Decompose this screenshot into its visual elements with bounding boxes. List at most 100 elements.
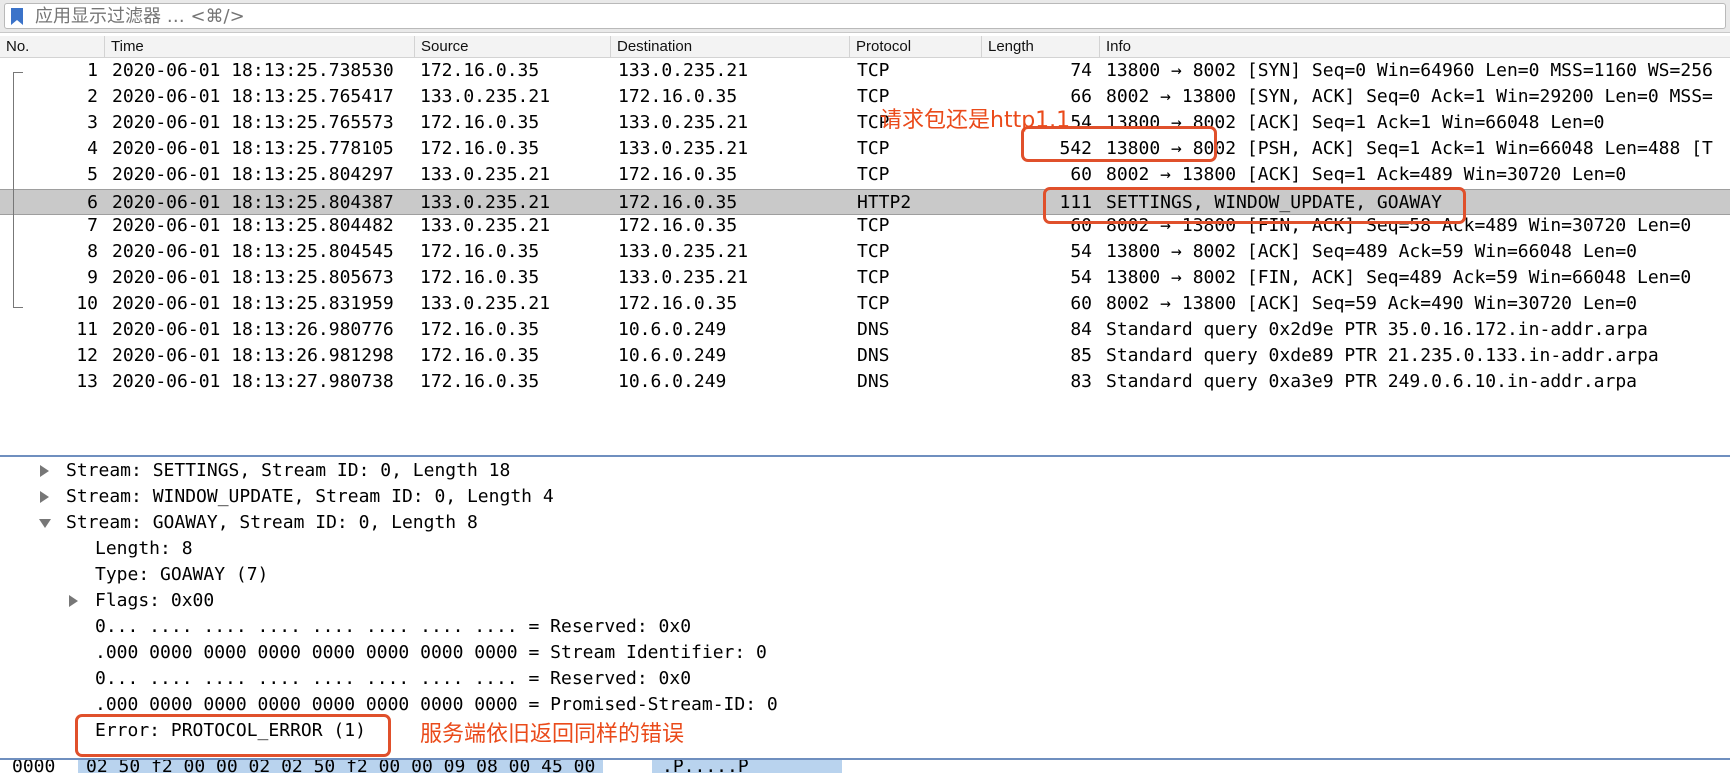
display-filter-input[interactable] xyxy=(35,5,1635,27)
packet-length: 60 xyxy=(1070,164,1092,185)
packet-row[interactable]: 11 2020-06-01 18:13:26.980776 172.16.0.35 1… xyxy=(0,317,1730,343)
packet-length: 54 xyxy=(1070,267,1092,288)
packet-time: 2020-06-01 18:13:25.778105 xyxy=(112,138,394,159)
packet-details-pane: Stream: SETTINGS, Stream ID: 0, Length 1… xyxy=(0,458,1730,758)
packet-time: 2020-06-01 18:13:25.738530 xyxy=(112,60,394,81)
packet-time: 2020-06-01 18:13:27.980738 xyxy=(112,371,394,392)
column-destination[interactable]: Destination xyxy=(610,36,854,58)
expand-arrow-icon[interactable] xyxy=(40,465,49,477)
packet-source: 172.16.0.35 xyxy=(420,112,540,133)
packet-no: 11 xyxy=(76,319,98,340)
packet-length: 74 xyxy=(1070,60,1092,81)
packet-destination: 172.16.0.35 xyxy=(618,215,738,236)
packet-length: 83 xyxy=(1070,371,1092,392)
packet-time: 2020-06-01 18:13:25.804297 xyxy=(112,164,394,185)
packet-row[interactable]: 6 2020-06-01 18:13:25.804387 133.0.235.21 1… xyxy=(0,189,1730,215)
packet-length: 60 xyxy=(1070,293,1092,314)
packet-protocol: TCP xyxy=(857,267,890,288)
packet-protocol: TCP xyxy=(857,241,890,262)
column-info[interactable]: Info xyxy=(1099,36,1730,58)
packet-info: Standard query 0xde89 PTR 21.235.0.133.i… xyxy=(1106,345,1659,366)
packet-row[interactable]: 13 2020-06-01 18:13:27.980738 172.16.0.35 1… xyxy=(0,369,1730,395)
packet-source: 172.16.0.35 xyxy=(420,138,540,159)
packet-protocol: DNS xyxy=(857,371,890,392)
packet-time: 2020-06-01 18:13:25.831959 xyxy=(112,293,394,314)
annotation-error-note: 服务端依旧返回同样的错误 xyxy=(420,722,685,747)
packet-info: 13800 → 8002 [ACK] Seq=489 Ack=59 Win=66… xyxy=(1106,241,1638,262)
packet-destination: 133.0.235.21 xyxy=(618,241,749,262)
packet-length: 54 xyxy=(1070,241,1092,262)
packet-time: 2020-06-01 18:13:25.804545 xyxy=(112,241,394,262)
packet-no: 13 xyxy=(76,371,98,392)
detail-reserved-2[interactable]: 0... .... .... .... .... .... .... .... … xyxy=(95,666,691,692)
packet-info: Standard query 0xa3e9 PTR 249.0.6.10.in-… xyxy=(1106,371,1638,392)
column-protocol[interactable]: Protocol xyxy=(849,36,981,58)
detail-type[interactable]: Type: GOAWAY (7) xyxy=(95,562,268,588)
display-filter-field[interactable] xyxy=(4,3,1726,29)
packet-row[interactable]: 5 2020-06-01 18:13:25.804297 133.0.235.21 1… xyxy=(0,162,1730,188)
bookmark-icon[interactable] xyxy=(10,7,24,26)
packet-row[interactable]: 8 2020-06-01 18:13:25.804545 172.16.0.35 13… xyxy=(0,239,1730,265)
packet-list-header: No. Time Source Destination Protocol Len… xyxy=(0,36,1730,58)
detail-stream-identifier[interactable]: .000 0000 0000 0000 0000 0000 0000 0000 … xyxy=(95,640,767,666)
annotation-box-error xyxy=(75,714,391,757)
packet-info: 8002 → 13800 [SYN, ACK] Seq=0 Ack=1 Win=… xyxy=(1106,86,1713,107)
detail-stream-settings-text: Stream: SETTINGS, Stream ID: 0, Length 1… xyxy=(66,460,511,481)
packet-destination: 133.0.235.21 xyxy=(618,267,749,288)
packet-row[interactable]: 10 2020-06-01 18:13:25.831959 133.0.235.21… xyxy=(0,291,1730,317)
packet-source: 172.16.0.35 xyxy=(420,60,540,81)
packet-source: 172.16.0.35 xyxy=(420,345,540,366)
packet-time: 2020-06-01 18:13:26.980776 xyxy=(112,319,394,340)
packet-protocol: TCP xyxy=(857,215,890,236)
collapse-arrow-icon[interactable] xyxy=(39,519,51,528)
packet-row[interactable]: 9 2020-06-01 18:13:25.805673 172.16.0.35 13… xyxy=(0,265,1730,291)
expand-arrow-icon[interactable] xyxy=(40,491,49,503)
annotation-request-note: 请求包还是http1.1 xyxy=(880,108,1071,133)
packet-row[interactable]: 2 2020-06-01 18:13:25.765417 133.0.235.21 1… xyxy=(0,84,1730,110)
packet-time: 2020-06-01 18:13:26.981298 xyxy=(112,345,394,366)
packet-no: 12 xyxy=(76,345,98,366)
packet-info: 13800 → 8002 [FIN, ACK] Seq=489 Ack=59 W… xyxy=(1106,267,1692,288)
pane-divider[interactable] xyxy=(0,455,1730,457)
packet-row[interactable]: 4 2020-06-01 18:13:25.778105 172.16.0.35 13… xyxy=(0,136,1730,162)
packet-destination: 10.6.0.249 xyxy=(618,371,727,392)
bytes-ascii[interactable]: .P.....P ......E. xyxy=(652,760,842,773)
expand-arrow-icon[interactable] xyxy=(69,595,78,607)
detail-length[interactable]: Length: 8 xyxy=(95,536,193,562)
packet-protocol: DNS xyxy=(857,345,890,366)
detail-stream-goaway-text: Stream: GOAWAY, Stream ID: 0, Length 8 xyxy=(66,512,478,533)
packet-list: 1 2020-06-01 18:13:25.738530 172.16.0.35 13… xyxy=(0,58,1730,458)
packet-length: 84 xyxy=(1070,319,1092,340)
packet-info: 13800 → 8002 [SYN] Seq=0 Win=64960 Len=0… xyxy=(1106,60,1713,81)
packet-source: 172.16.0.35 xyxy=(420,319,540,340)
packet-length: 85 xyxy=(1070,345,1092,366)
packet-protocol: TCP xyxy=(857,138,890,159)
annotation-box-info xyxy=(1043,187,1466,224)
bytes-hex[interactable]: 02 50 f2 00 00 02 02 50 f2 00 00 09 08 0… xyxy=(78,760,604,773)
display-filter-bar xyxy=(0,0,1730,33)
packet-destination: 10.6.0.249 xyxy=(618,319,727,340)
packet-source: 133.0.235.21 xyxy=(420,86,551,107)
detail-flags-text: Flags: 0x00 xyxy=(95,590,215,611)
packet-source: 133.0.235.21 xyxy=(420,215,551,236)
packet-destination: 172.16.0.35 xyxy=(618,293,738,314)
column-no[interactable]: No. xyxy=(0,36,98,58)
column-time[interactable]: Time xyxy=(104,36,414,58)
packet-row[interactable]: 12 2020-06-01 18:13:26.981298 172.16.0.35 1… xyxy=(0,343,1730,369)
packet-protocol: DNS xyxy=(857,319,890,340)
detail-stream-window-update-text: Stream: WINDOW_UPDATE, Stream ID: 0, Len… xyxy=(66,486,554,507)
column-source[interactable]: Source xyxy=(414,36,610,58)
packet-source: 172.16.0.35 xyxy=(420,371,540,392)
packet-source: 172.16.0.35 xyxy=(420,241,540,262)
packet-row[interactable]: 1 2020-06-01 18:13:25.738530 172.16.0.35 13… xyxy=(0,58,1730,84)
packet-row[interactable]: 7 2020-06-01 18:13:25.804482 133.0.235.21 1… xyxy=(0,213,1730,239)
packet-bytes-pane: 0000 02 50 f2 00 00 02 02 50 f2 00 00 09… xyxy=(0,758,1730,773)
detail-reserved[interactable]: 0... .... .... .... .... .... .... .... … xyxy=(95,614,691,640)
packet-destination: 133.0.235.21 xyxy=(618,138,749,159)
packet-destination: 133.0.235.21 xyxy=(618,112,749,133)
packet-protocol: TCP xyxy=(857,60,890,81)
packet-time: 2020-06-01 18:13:25.804482 xyxy=(112,215,394,236)
packet-row[interactable]: 3 2020-06-01 18:13:25.765573 172.16.0.35 13… xyxy=(0,110,1730,136)
column-length[interactable]: Length xyxy=(981,36,1099,58)
bytes-offset: 0000 xyxy=(12,758,56,773)
